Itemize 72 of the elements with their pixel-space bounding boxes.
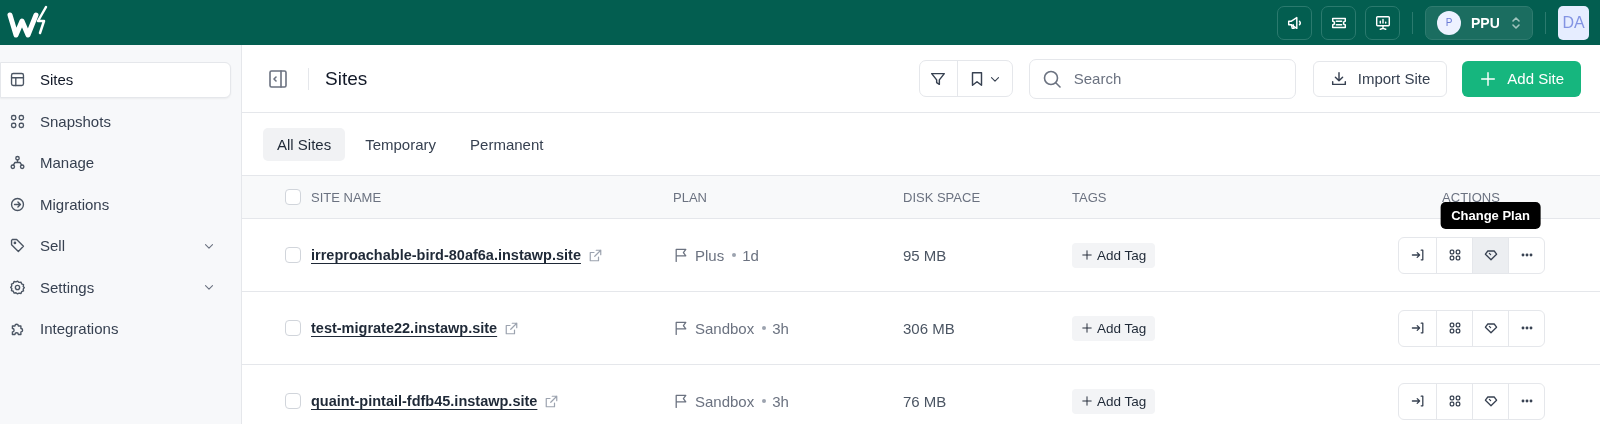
add-tag-button[interactable]: Add Tag — [1072, 242, 1156, 268]
plan-name: Plus — [695, 246, 725, 264]
sidebar-item[interactable]: Integrations — [0, 311, 231, 347]
checkbox[interactable] — [285, 320, 301, 336]
column-header: SITE NAME — [311, 189, 383, 205]
site-age: 1d — [742, 246, 759, 264]
hierarchy-icon — [9, 154, 26, 172]
external-link-icon — [544, 393, 560, 409]
disk-space: 76 MB — [903, 392, 947, 410]
column-header: PLAN — [673, 189, 708, 205]
external-link-icon — [504, 320, 520, 336]
diamond-icon — [1482, 393, 1499, 409]
settings-icon — [9, 278, 26, 296]
toolbar-button[interactable] — [1365, 5, 1400, 40]
separator-dot — [762, 326, 767, 330]
plan-name: Sandbox — [695, 319, 755, 337]
search-icon — [1041, 68, 1062, 89]
workspace-avatar: P — [1437, 10, 1461, 35]
external-link-icon — [587, 247, 603, 263]
flag-icon — [673, 393, 689, 409]
site-age: 3h — [772, 319, 789, 337]
import-site-button[interactable]: Import Site — [1312, 60, 1448, 97]
tab[interactable]: Permanent — [456, 127, 558, 161]
column-header: TAGS — [1072, 189, 1108, 205]
diamond-icon — [1482, 320, 1499, 336]
sidebar-item[interactable]: Snapshots — [0, 103, 231, 139]
column-header: DISK SPACE — [903, 189, 982, 205]
checkbox[interactable] — [285, 247, 301, 263]
add-tag-button[interactable]: Add Tag — [1072, 315, 1156, 341]
tag-icon — [9, 237, 26, 255]
tooltip: Change Plan — [1440, 201, 1541, 229]
add-tag-button[interactable]: Add Tag — [1072, 388, 1156, 414]
site-age: 3h — [772, 392, 789, 410]
sort-icon — [1510, 15, 1522, 30]
checkbox[interactable] — [285, 189, 301, 205]
diamond-icon — [1482, 247, 1499, 263]
page-title: Sites — [325, 67, 368, 90]
sidebar-item[interactable]: Migrations — [0, 186, 231, 222]
plus-icon — [1081, 322, 1093, 334]
sidebar-item[interactable]: Sites — [0, 62, 231, 98]
sidebar-item[interactable]: Manage — [0, 145, 231, 181]
collapse-sidebar-button[interactable] — [268, 68, 288, 89]
site-link[interactable]: irreproachable-bird-80af6a.instawp.site — [311, 247, 581, 263]
plus-icon — [1081, 395, 1093, 407]
disk-space: 95 MB — [903, 246, 947, 264]
panel-icon — [268, 68, 288, 89]
workspace-switcher[interactable]: P PPU — [1425, 5, 1533, 40]
plus-icon — [1081, 249, 1093, 261]
toolbar-button[interactable] — [1321, 5, 1356, 40]
download-icon — [1329, 69, 1348, 88]
tab[interactable]: All Sites — [263, 127, 346, 161]
search-field[interactable]: Search — [1028, 58, 1296, 99]
site-link[interactable]: quaint-pintail-fdfb45.instawp.site — [311, 393, 538, 409]
plan-name: Sandbox — [695, 392, 755, 410]
sidebar-item[interactable]: Settings — [0, 269, 231, 305]
grid-icon — [9, 112, 26, 130]
flag-icon — [673, 247, 689, 263]
tab[interactable]: Temporary — [351, 127, 451, 161]
sign-in-icon — [1409, 247, 1426, 263]
toolbar-button[interactable] — [1277, 5, 1312, 40]
layout-icon — [9, 71, 26, 89]
separator-dot — [762, 399, 767, 403]
sign-in-icon — [1409, 320, 1426, 336]
presentation-board-icon — [1373, 13, 1392, 32]
sidebar-item[interactable]: Sell — [0, 228, 231, 264]
plus-icon — [1479, 69, 1498, 88]
flag-icon — [673, 320, 689, 336]
separator-dot — [732, 253, 737, 257]
checkbox[interactable] — [285, 393, 301, 409]
site-link[interactable]: test-migrate22.instawp.site — [311, 320, 498, 336]
disk-space: 306 MB — [903, 319, 955, 337]
sign-in-icon — [1409, 393, 1426, 409]
